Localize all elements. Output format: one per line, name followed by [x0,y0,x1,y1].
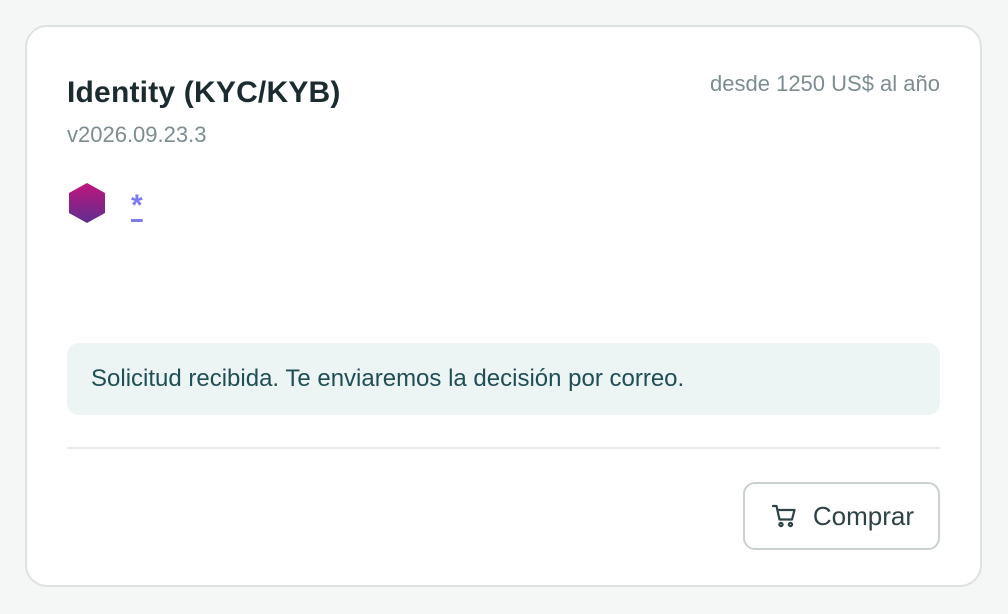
notice-text: Solicitud recibida. Te enviaremos la dec… [91,365,685,392]
divider [67,447,940,449]
buy-button-label: Comprar [812,500,914,531]
product-price: desde 1250 US$ al año [710,71,940,96]
cart-icon [771,504,796,528]
product-title: Identity (KYC/KYB) [67,76,341,109]
product-tags: * [67,182,143,224]
card-header: Identity (KYC/KYB) desde 1250 US$ al año [67,71,940,110]
asterisk-link[interactable]: * [131,191,143,221]
product-version: v2026.09.23.3 [67,122,207,147]
buy-button[interactable]: Comprar [742,482,940,550]
product-card: Identity (KYC/KYB) desde 1250 US$ al año… [25,25,982,587]
hexagon-icon [69,183,105,223]
request-received-notice: Solicitud recibida. Te enviaremos la dec… [67,343,940,415]
